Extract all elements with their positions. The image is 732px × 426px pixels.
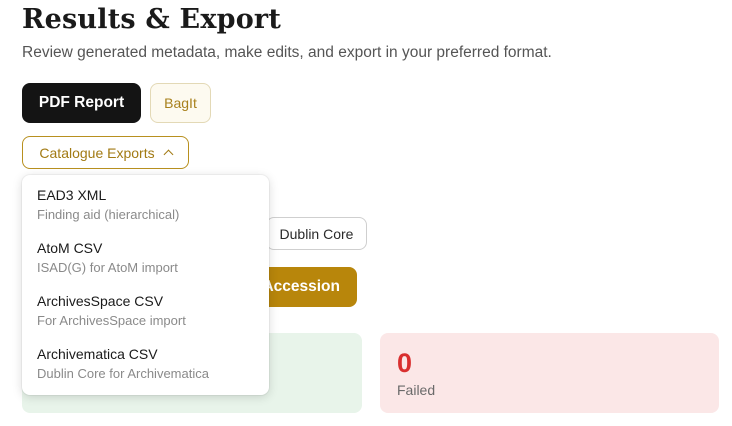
page-title: Results & Export — [22, 4, 282, 35]
menu-item-label: EAD3 XML — [37, 187, 107, 203]
failed-count: 0 — [397, 348, 413, 378]
page-subtitle: Review generated metadata, make edits, a… — [22, 44, 552, 61]
menu-item-archivematica-csv[interactable]: Archivematica CSV Dublin Core for Archiv… — [22, 345, 269, 398]
bagit-button[interactable]: BagIt — [150, 83, 211, 123]
catalogue-exports-button[interactable]: Catalogue Exports — [22, 136, 189, 169]
chevron-up-icon — [163, 149, 174, 160]
menu-item-label: AtoM CSV — [37, 240, 103, 256]
menu-item-label: Archivematica CSV — [37, 346, 158, 362]
menu-item-description: ISAD(G) for AtoM import — [37, 260, 178, 275]
catalogue-exports-label: Catalogue Exports — [39, 144, 155, 161]
pdf-report-button[interactable]: PDF Report — [22, 83, 141, 123]
failed-label: Failed — [397, 382, 436, 398]
catalogue-exports-menu: EAD3 XML Finding aid (hierarchical) AtoM… — [22, 175, 269, 395]
menu-item-description: Dublin Core for Archivematica — [37, 366, 209, 381]
menu-item-archivesspace-csv[interactable]: ArchivesSpace CSV For ArchivesSpace impo… — [22, 292, 269, 345]
failed-stat-card: 0 Failed — [380, 333, 719, 413]
menu-item-ead3-xml[interactable]: EAD3 XML Finding aid (hierarchical) — [22, 186, 269, 239]
dublin-core-button[interactable]: Dublin Core — [266, 217, 367, 250]
menu-item-atom-csv[interactable]: AtoM CSV ISAD(G) for AtoM import — [22, 239, 269, 292]
menu-item-description: Finding aid (hierarchical) — [37, 207, 180, 222]
menu-item-description: For ArchivesSpace import — [37, 313, 186, 328]
menu-item-label: ArchivesSpace CSV — [37, 293, 164, 309]
results-export-page: Results & Export Review generated metada… — [0, 0, 732, 426]
